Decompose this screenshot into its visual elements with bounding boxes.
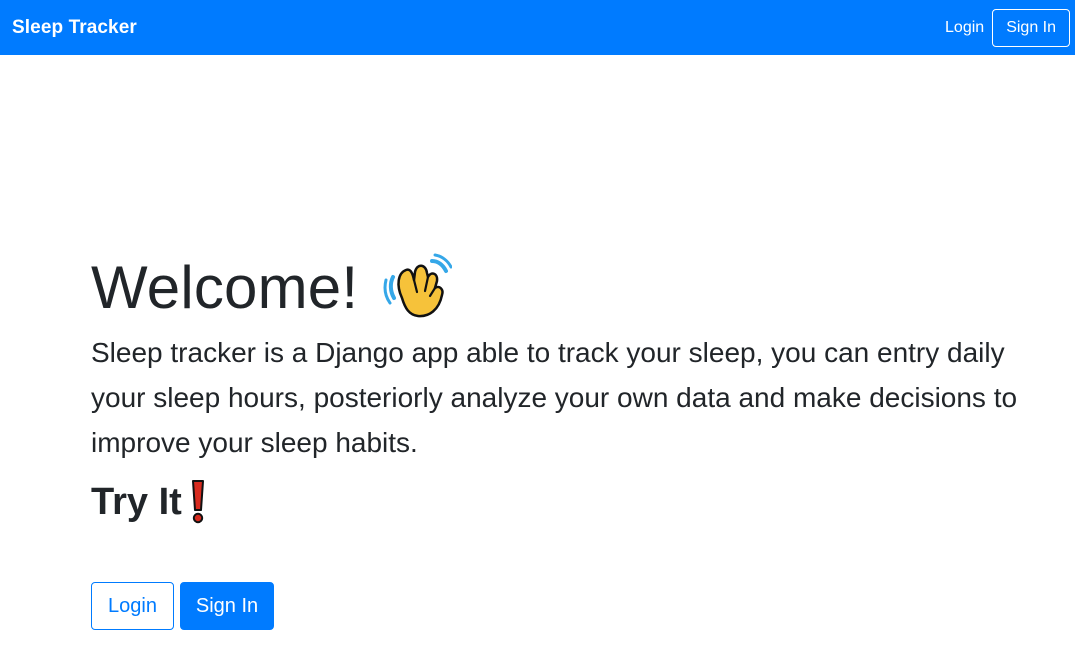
hero-section: Welcome! Sleep tracker is a Django app a…: [91, 250, 1031, 527]
navbar-signin-button[interactable]: Sign In: [992, 8, 1070, 47]
waving-hand-icon: [382, 253, 453, 323]
try-it-label: Try It: [91, 481, 182, 523]
brand-link[interactable]: Sleep Tracker: [12, 17, 137, 39]
navbar-actions: Login Sign In: [945, 8, 1070, 47]
app-description: Sleep tracker is a Django app able to tr…: [91, 337, 1018, 458]
top-navbar: Sleep Tracker Login Sign In: [0, 0, 1075, 55]
welcome-heading: Welcome!: [91, 250, 1031, 326]
try-it-heading: Try It: [91, 477, 1031, 527]
signin-button[interactable]: Sign In: [180, 582, 274, 630]
welcome-title: Welcome!: [91, 254, 359, 321]
exclamation-mark-icon: [190, 479, 206, 525]
navbar-login-link[interactable]: Login: [945, 13, 984, 43]
action-buttons: Login Sign In: [91, 582, 274, 630]
login-button[interactable]: Login: [91, 582, 174, 630]
